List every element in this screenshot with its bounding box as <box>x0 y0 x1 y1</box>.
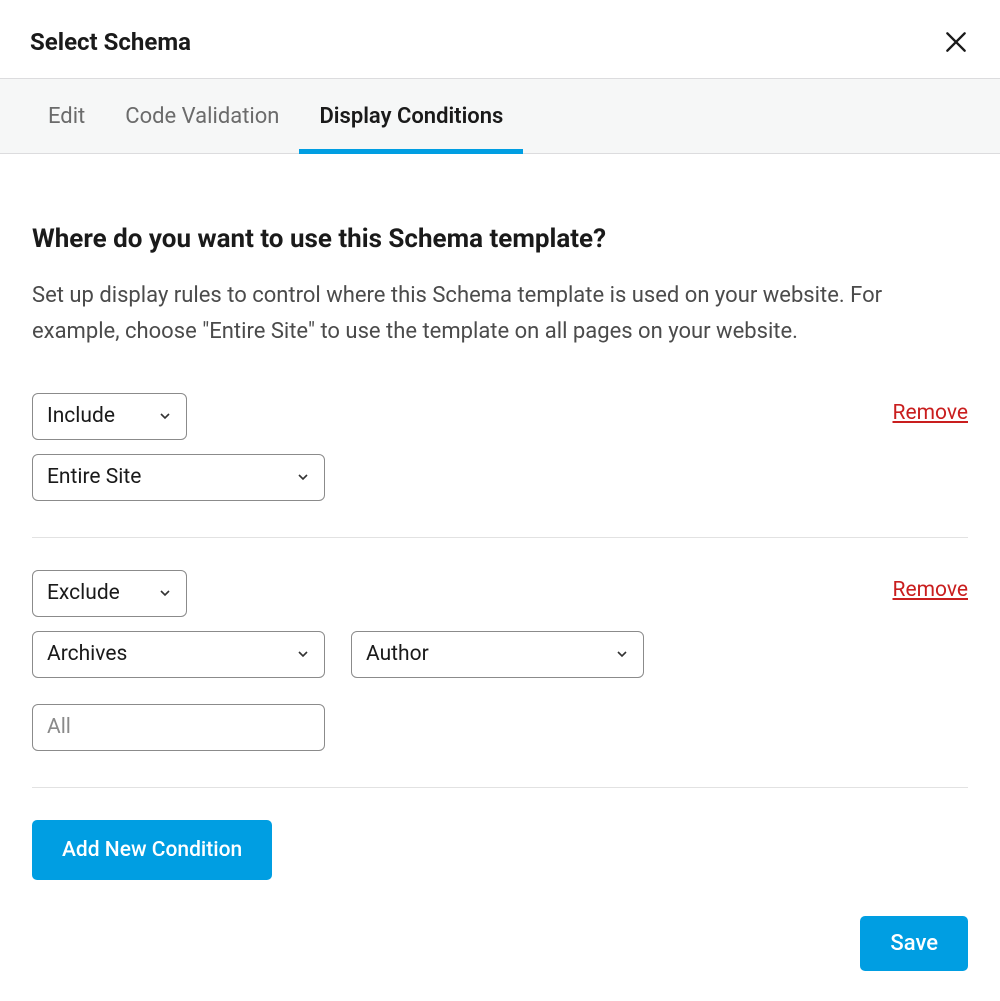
condition-value-input[interactable] <box>32 704 325 751</box>
tab-edit[interactable]: Edit <box>30 79 105 153</box>
condition-subtype-select[interactable]: Author <box>351 631 644 678</box>
remove-condition-link[interactable]: Remove <box>893 401 969 425</box>
add-condition-button[interactable]: Add New Condition <box>32 820 272 880</box>
close-icon[interactable] <box>942 28 970 56</box>
modal-header: Select Schema <box>0 0 1000 78</box>
condition-scope-select[interactable]: Entire Site <box>32 454 325 501</box>
condition-block: Include Entire Site Remove <box>32 393 968 538</box>
section-description: Set up display rules to control where th… <box>32 278 968 351</box>
modal-title: Select Schema <box>30 28 191 56</box>
condition-type-select[interactable]: Include <box>32 393 187 440</box>
condition-block: Exclude Archives Author <box>32 570 968 788</box>
remove-condition-link[interactable]: Remove <box>893 578 969 602</box>
condition-scope-select[interactable]: Archives <box>32 631 325 678</box>
condition-type-select[interactable]: Exclude <box>32 570 187 617</box>
section-heading: Where do you want to use this Schema tem… <box>32 224 968 254</box>
content-area: Where do you want to use this Schema tem… <box>0 154 1000 1001</box>
save-button[interactable]: Save <box>860 916 968 971</box>
tabs-bar: Edit Code Validation Display Conditions <box>0 78 1000 154</box>
tab-code-validation[interactable]: Code Validation <box>105 79 299 153</box>
tab-display-conditions[interactable]: Display Conditions <box>299 79 523 153</box>
